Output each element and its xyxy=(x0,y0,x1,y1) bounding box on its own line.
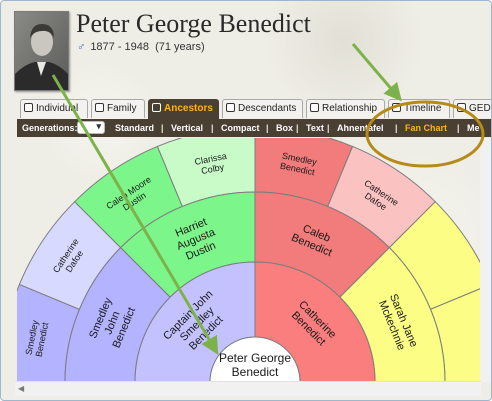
separator: | xyxy=(395,123,398,133)
separator: | xyxy=(327,123,330,133)
person-name: Peter George Benedict xyxy=(76,9,311,38)
separator: | xyxy=(161,123,164,133)
style-fan-chart[interactable]: Fan Chart xyxy=(405,123,447,133)
age: (71 years) xyxy=(155,41,205,53)
tab-descendants[interactable]: Descendants xyxy=(222,99,303,118)
tab-label: Descendants xyxy=(238,103,297,114)
root-person-name-line: Benedict xyxy=(232,365,279,379)
profile-photo[interactable] xyxy=(14,11,69,91)
style-box[interactable]: Box xyxy=(276,123,293,133)
gedcom-icon xyxy=(457,103,466,112)
relationship-icon xyxy=(310,103,319,112)
separator: | xyxy=(266,123,269,133)
portrait-image xyxy=(15,12,68,90)
style-text[interactable]: Text xyxy=(306,123,324,133)
scroll-left-icon[interactable]: ◀ xyxy=(18,384,24,393)
lifespan-row: ♂ 1877 - 1948 (71 years) xyxy=(77,41,205,53)
style-compact[interactable]: Compact xyxy=(221,123,260,133)
tab-label: Ancestors xyxy=(164,103,213,114)
family-icon xyxy=(95,103,104,112)
style-ahnentafel[interactable]: Ahnentafel xyxy=(337,123,384,133)
tab-gedcom[interactable]: GEDC xyxy=(453,99,491,118)
person-icon xyxy=(24,103,33,112)
ancestors-icon xyxy=(152,103,161,112)
tab-label: Family xyxy=(107,103,137,114)
style-more[interactable]: Me xyxy=(467,123,480,133)
generations-select[interactable]: ▾ xyxy=(77,121,105,134)
chevron-down-icon: ▾ xyxy=(96,121,101,131)
tab-ancestors[interactable]: Ancestors xyxy=(148,99,219,120)
tab-timeline[interactable]: Timeline xyxy=(388,99,450,118)
root-person-name-line: Peter George xyxy=(219,351,291,365)
separator: | xyxy=(457,123,460,133)
tab-label: Individual xyxy=(36,103,79,114)
vertical-scrollbar[interactable] xyxy=(480,138,491,382)
male-icon: ♂ xyxy=(77,41,86,53)
tab-label: GEDC xyxy=(469,103,491,114)
tab-relationship[interactable]: Relationship xyxy=(306,99,385,118)
tab-family[interactable]: Family xyxy=(91,99,145,118)
generations-label: Generations: xyxy=(22,123,78,133)
fan-chart-svg: SmedleyBenedictCatherineDafoeCaleb Moore… xyxy=(17,138,480,382)
separator: | xyxy=(211,123,214,133)
fan-chart: SmedleyBenedict CatherineDafoe Caleb Moore… xyxy=(17,138,480,382)
app-window: Peter George Benedict ♂ 1877 - 1948 (71 … xyxy=(0,0,492,401)
lifespan: 1877 - 1948 xyxy=(90,41,150,53)
annotation-arrow xyxy=(351,43,402,102)
style-vertical[interactable]: Vertical xyxy=(171,123,203,133)
horizontal-scrollbar[interactable]: ◀ xyxy=(15,381,481,396)
tab-label: Timeline xyxy=(404,103,442,114)
tab-label: Relationship xyxy=(322,103,378,114)
chart-style-toolbar: Generations: ▾ Standard | Vertical | Com… xyxy=(17,119,491,137)
separator: | xyxy=(296,123,299,133)
descendants-icon xyxy=(226,103,235,112)
style-standard[interactable]: Standard xyxy=(115,123,154,133)
tab-individual[interactable]: Individual xyxy=(20,99,88,118)
timeline-icon xyxy=(392,103,401,112)
